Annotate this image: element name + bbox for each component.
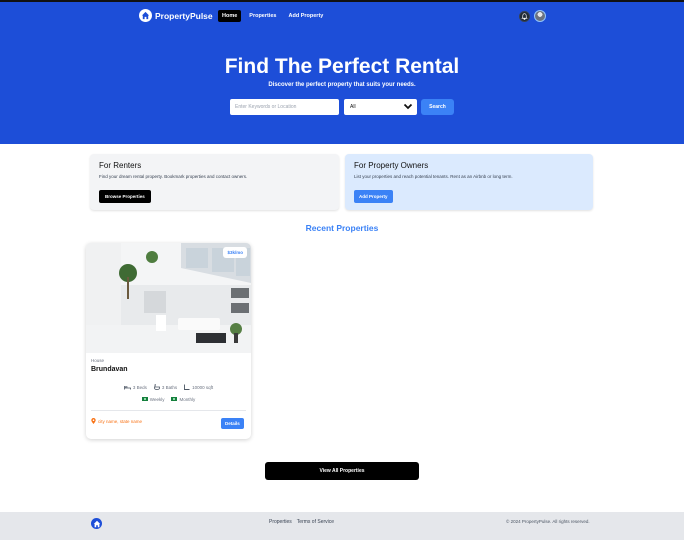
money-icon: [171, 397, 178, 402]
nav-user-area: [519, 10, 546, 22]
property-card[interactable]: $3k/mo House Brundavan 3 Beds 3 Baths 10…: [86, 243, 251, 439]
property-type: House: [91, 358, 105, 363]
sqft-label: 10000 sqft: [192, 385, 214, 390]
location-pin-icon: [91, 418, 96, 425]
chevron-down-icon: [403, 102, 413, 113]
footer-link-properties[interactable]: Properties: [269, 519, 292, 525]
renters-title: For Renters: [99, 161, 142, 170]
bath-icon: [153, 384, 160, 391]
home-icon: [139, 9, 152, 22]
add-property-button[interactable]: Add Property: [354, 190, 393, 203]
property-image: [86, 243, 251, 353]
nav-home[interactable]: Home: [218, 10, 242, 22]
home-icon[interactable]: [91, 518, 102, 529]
brand-name: PropertyPulse: [155, 10, 213, 21]
search-button[interactable]: Search: [421, 99, 454, 115]
avatar[interactable]: [534, 10, 546, 22]
navbar: PropertyPulse Home Properties Add Proper…: [0, 0, 684, 30]
hero-section: Find The Perfect Rental Discover the per…: [0, 30, 684, 144]
renters-text: Find your dream rental property. Bookmar…: [99, 174, 248, 179]
footer-link-terms[interactable]: Terms of Service: [297, 519, 334, 525]
owners-box: For Property Owners List your properties…: [345, 154, 593, 210]
property-name: Brundavan: [91, 366, 128, 373]
type-select-value: All: [350, 104, 356, 110]
owners-text: List your properties and reach potential…: [354, 174, 513, 179]
money-icon: [141, 397, 148, 402]
baths-label: 3 Baths: [161, 385, 178, 390]
ruler-icon: [184, 384, 190, 391]
brand-logo[interactable]: PropertyPulse: [139, 9, 213, 22]
location-label: city name, state name: [98, 419, 143, 424]
renters-box: For Renters Find your dream rental prope…: [90, 154, 339, 210]
nav-add-property[interactable]: Add Property: [285, 10, 328, 22]
beds-label: 3 Beds: [132, 385, 147, 390]
rate-weekly-label: Weekly: [149, 397, 165, 402]
rate-monthly-label: Monthly: [179, 397, 196, 402]
footer-links: Properties Terms of Service: [269, 519, 334, 525]
search-input[interactable]: [230, 99, 339, 115]
hero-subtitle: Discover the perfect property that suits…: [268, 82, 416, 88]
card-divider: [91, 410, 246, 411]
nav-properties[interactable]: Properties: [245, 10, 280, 22]
property-location: city name, state name: [91, 418, 142, 425]
sqft-feature: 10000 sqft: [184, 384, 213, 391]
rental-rates: Weekly Monthly: [86, 397, 251, 402]
owners-title: For Property Owners: [354, 161, 429, 170]
property-type-select[interactable]: All: [344, 99, 417, 115]
browse-properties-button[interactable]: Browse Properties: [99, 190, 151, 203]
recent-properties-title: Recent Properties: [305, 223, 379, 233]
property-features: 3 Beds 3 Baths 10000 sqft: [86, 384, 251, 391]
price-tag: $3k/mo: [223, 247, 247, 258]
rate-weekly: Weekly: [141, 397, 165, 402]
bell-icon[interactable]: [519, 10, 530, 22]
details-button[interactable]: Details: [221, 418, 244, 429]
rate-monthly: Monthly: [171, 397, 195, 402]
hero-title: Find The Perfect Rental: [224, 55, 460, 78]
footer: Properties Terms of Service © 2024 Prope…: [0, 512, 684, 540]
beds-feature: 3 Beds: [123, 384, 147, 391]
view-all-properties-button[interactable]: View All Properties: [265, 462, 419, 480]
footer-copyright: © 2024 PropertyPulse. All rights reserve…: [506, 519, 590, 524]
baths-feature: 3 Baths: [153, 384, 178, 391]
nav-links: Home Properties Add Property: [218, 10, 327, 22]
bed-icon: [123, 385, 131, 391]
